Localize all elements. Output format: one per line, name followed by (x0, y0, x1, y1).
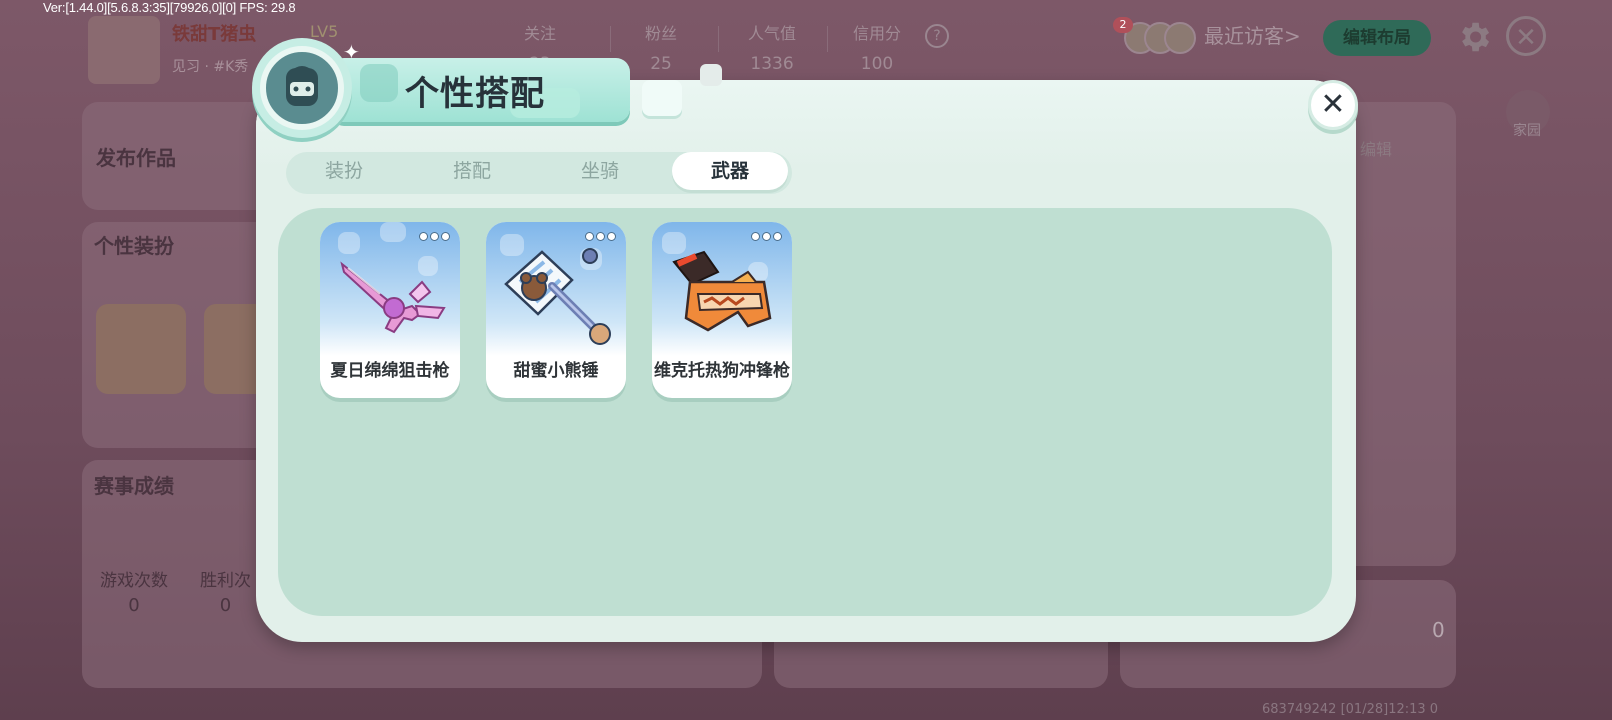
stat-label: 胜利次 (200, 571, 251, 591)
bottom-value: 0 (1432, 618, 1445, 642)
close-modal-button[interactable]: ✕ (1308, 80, 1358, 130)
more-options-icon[interactable] (419, 232, 450, 241)
footer-id: 683749242 (1262, 702, 1337, 717)
visitor-avatars[interactable] (1124, 22, 1196, 54)
divider (610, 26, 611, 52)
profile-level: LV5 (310, 22, 339, 41)
hotdog-smg-icon (672, 250, 772, 332)
home-button[interactable]: 家园 (1506, 90, 1550, 140)
stat-label: 关注 (524, 24, 557, 43)
item-card[interactable]: 甜蜜小熊锤 (486, 222, 626, 398)
more-options-icon[interactable] (751, 232, 782, 241)
wins-stat: 胜利次 0 (200, 566, 251, 616)
divider (827, 26, 828, 52)
character-face-icon (260, 46, 344, 130)
stat-popularity[interactable]: 人气值 1336 (748, 20, 796, 74)
item-card[interactable]: 夏日绵绵狙击枪 (320, 222, 460, 398)
home-label: 家园 (1513, 123, 1541, 139)
gear-icon[interactable] (1455, 18, 1493, 56)
item-art (486, 222, 626, 356)
tab-match[interactable]: 搭配 (414, 152, 530, 190)
stat-fans[interactable]: 粉丝 25 (645, 20, 677, 74)
decoration (700, 64, 722, 86)
stat-value: 1336 (750, 54, 794, 74)
stat-label: 信用分 (853, 24, 902, 43)
divider (718, 26, 719, 52)
title-badge (252, 38, 352, 138)
help-icon[interactable]: ? (925, 24, 949, 48)
stat-value: 25 (650, 54, 672, 74)
edit-link[interactable]: 编辑 (1360, 136, 1392, 160)
debug-overlay: Ver:[1.44.0][5.6.8.3:35][79926,0][0] FPS… (43, 0, 296, 15)
pink-sniper-rifle-icon (340, 261, 446, 334)
outfits-title: 个性装扮 (94, 234, 174, 258)
decoration (642, 80, 682, 116)
bear-hammer-icon (504, 248, 611, 345)
modal-title: 个性搭配 (405, 74, 545, 114)
stat-credit[interactable]: 信用分 100 (853, 20, 901, 74)
footer-info: 683749242 [01/28]12:13 0 (1262, 702, 1438, 717)
stat-label: 粉丝 (645, 24, 678, 43)
visitor-count-badge: 2 (1113, 17, 1133, 33)
close-profile-icon[interactable]: ✕ (1506, 16, 1546, 56)
item-name: 维克托热狗冲锋枪 (654, 361, 790, 381)
tab-weapon[interactable]: 武器 (672, 152, 788, 190)
profile-username: 铁甜T猪虫 (172, 24, 257, 45)
stat-value: 100 (860, 54, 894, 74)
item-name: 夏日绵绵狙击枪 (330, 361, 450, 381)
tab-outfit[interactable]: 装扮 (286, 152, 402, 190)
stat-label: 游戏次数 (100, 571, 168, 591)
profile-avatar[interactable] (88, 16, 160, 84)
recent-visitors-link[interactable]: 最近访客> (1204, 20, 1301, 49)
outfit-thumbnail[interactable] (96, 304, 186, 394)
item-name: 甜蜜小熊锤 (513, 361, 599, 381)
more-options-icon[interactable] (585, 232, 616, 241)
profile-subtitle: 见习 · #K秀 (172, 59, 249, 75)
item-art (652, 222, 792, 356)
games-played-stat: 游戏次数 0 (100, 566, 168, 616)
edit-layout-button[interactable]: 编辑布局 (1323, 20, 1431, 56)
stat-label: 人气值 (748, 24, 797, 43)
item-art (320, 222, 460, 356)
results-title: 赛事成绩 (94, 474, 174, 498)
stat-value: 0 (128, 595, 140, 616)
tab-mount[interactable]: 坐骑 (542, 152, 658, 190)
sparkle-icon: ✦ (343, 40, 360, 64)
publish-title: 发布作品 (96, 146, 176, 170)
item-card[interactable]: 维克托热狗冲锋枪 (652, 222, 792, 398)
category-tabs: 装扮 搭配 坐骑 武器 (286, 152, 792, 194)
footer-time: [01/28]12:13 0 (1340, 702, 1439, 717)
stat-value: 0 (219, 595, 232, 616)
